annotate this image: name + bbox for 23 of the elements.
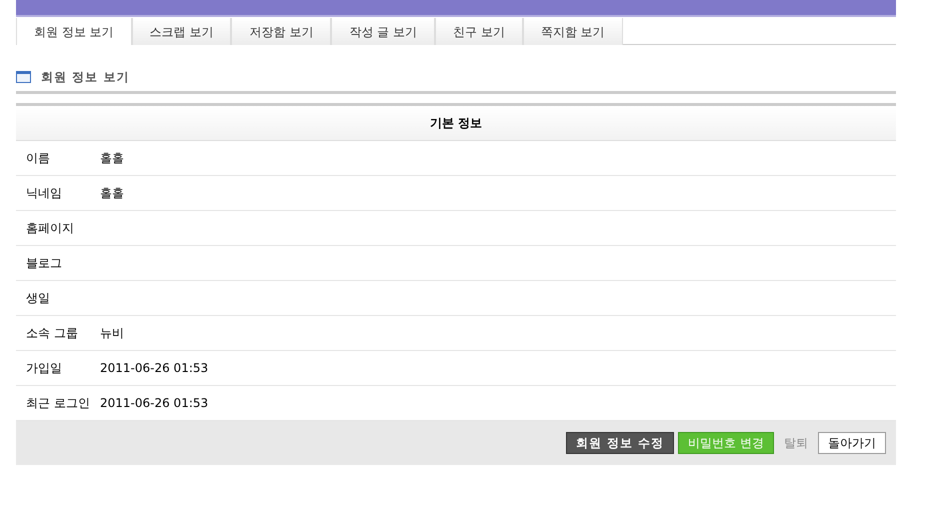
tab[interactable]: 저장함 보기 <box>231 18 332 45</box>
action-button[interactable]: 회원 정보 수정 <box>566 432 674 454</box>
section-title: 회원 정보 보기 <box>41 69 130 86</box>
window-icon <box>16 71 31 83</box>
tab[interactable]: 친구 보기 <box>434 18 523 45</box>
field-label: 생일 <box>25 290 51 307</box>
action-button[interactable]: 돌아가기 <box>818 432 886 454</box>
field-value: 2011-06-26 01:53 <box>100 395 208 412</box>
field-label: 가입일 <box>25 360 63 377</box>
field-label: 닉네임 <box>25 185 63 202</box>
field-label: 블로그 <box>25 255 63 272</box>
tab[interactable]: 쪽지함 보기 <box>522 18 623 45</box>
field-value: 홀홀 <box>100 150 124 167</box>
field-label: 이름 <box>25 150 51 167</box>
field-label: 홈페이지 <box>25 220 75 237</box>
tab[interactable]: 작성 글 보기 <box>331 18 435 45</box>
tab[interactable]: 회원 정보 보기 <box>16 18 132 45</box>
tab[interactable]: 스크랩 보기 <box>132 18 232 45</box>
field-value: 2011-06-26 01:53 <box>100 360 208 377</box>
field-label: 최근 로그인 <box>25 395 91 412</box>
field-value: 홀홀 <box>100 185 124 202</box>
field-value: 뉴비 <box>100 325 124 342</box>
field-label: 소속 그룹 <box>25 325 79 342</box>
